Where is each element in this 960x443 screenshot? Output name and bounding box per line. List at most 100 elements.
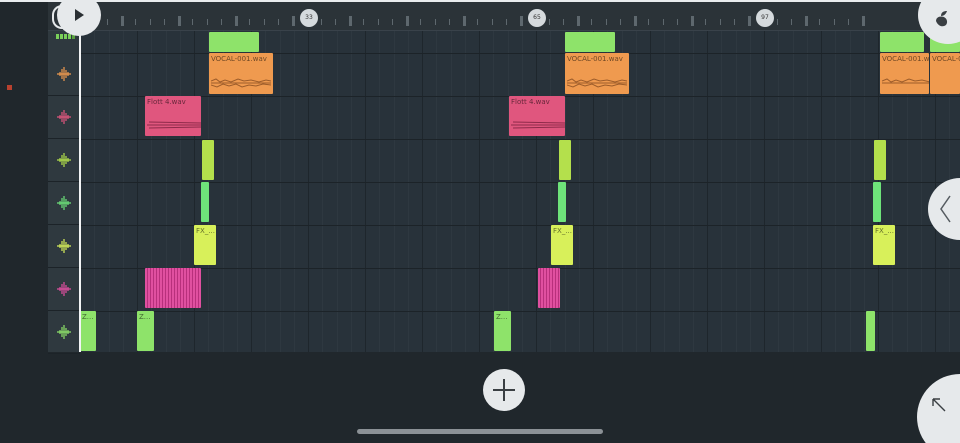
timeline-ruler[interactable]: 33 65 97 (48, 2, 960, 31)
grid-line (108, 31, 110, 352)
clip-label: VOCAL-001.wav (567, 55, 623, 63)
grid-line (422, 31, 423, 352)
z-clip[interactable]: Z... (80, 311, 96, 351)
track-separator (80, 182, 960, 183)
track-header[interactable] (48, 96, 80, 139)
ruler-tick (862, 16, 865, 26)
expand-button[interactable] (917, 374, 960, 443)
automation-clip[interactable] (565, 32, 615, 52)
automation-clip[interactable] (880, 32, 924, 52)
grid-line (778, 31, 780, 352)
waveform (211, 78, 271, 88)
ruler-tick (705, 19, 707, 25)
drum-clip[interactable] (202, 140, 214, 180)
track-header[interactable] (48, 268, 80, 311)
ruler-tick (320, 19, 322, 25)
grid-line (336, 31, 338, 352)
grid-line (721, 31, 723, 352)
grid-line (692, 31, 694, 352)
track-headers (48, 31, 80, 354)
vocal-clip[interactable]: VOCAL-001.wav (565, 53, 629, 94)
ruler-tick (178, 16, 181, 26)
grid-line (464, 31, 466, 352)
ruler-tick (163, 19, 165, 25)
track-header[interactable] (48, 311, 80, 354)
waveform (511, 121, 565, 129)
ruler-tick (591, 19, 593, 25)
flute-clip[interactable]: Flott 4.wav (509, 96, 565, 136)
playlist-screen: 33 65 97 VOCAL-001.wav VOCAL-001.wav VOC… (0, 0, 960, 443)
playlist-grid[interactable]: VOCAL-001.wav VOCAL-001.wav VOCAL-001.wa… (80, 31, 960, 352)
ruler-tick (206, 19, 208, 25)
track-header[interactable] (48, 53, 80, 96)
z-clip[interactable]: Z... (137, 311, 154, 351)
z-clip[interactable]: Z... (494, 311, 511, 351)
fx-clip[interactable]: FX_... (551, 225, 573, 265)
ruler-tick (634, 16, 637, 26)
grid-line (806, 31, 808, 352)
home-indicator[interactable] (357, 429, 603, 434)
drum-clip[interactable] (874, 140, 886, 180)
ruler-tick (263, 19, 265, 25)
ruler-tick (135, 19, 137, 25)
ruler-tick (277, 19, 279, 25)
track-header[interactable] (48, 182, 80, 225)
track-header[interactable] (48, 139, 80, 182)
z-clip[interactable] (866, 311, 875, 351)
waveform-icon (57, 325, 71, 339)
hat-clip[interactable] (873, 182, 881, 222)
vocal-clip[interactable]: VOCAL-001.wav (880, 53, 929, 94)
ruler-tick (676, 19, 678, 25)
level-meter (60, 34, 63, 39)
grid-line (507, 31, 509, 352)
clip-label: FX_... (875, 227, 894, 235)
ruler-tick (106, 19, 108, 25)
ruler-tick (363, 19, 365, 25)
grid-line (308, 31, 309, 352)
waveform-icon (57, 67, 71, 81)
playhead[interactable] (79, 0, 81, 352)
grid-line (293, 31, 295, 352)
waveform-icon (57, 153, 71, 167)
automation-clip[interactable] (209, 32, 259, 52)
pattern-clip[interactable] (538, 268, 560, 308)
arrow-up-left-icon (932, 398, 946, 412)
ruler-tick (605, 19, 607, 25)
ruler-tick (805, 16, 808, 26)
ruler-tick (548, 19, 550, 25)
bar-marker-97[interactable]: 97 (756, 9, 774, 27)
track-header[interactable] (48, 225, 80, 268)
grid-line (707, 31, 708, 352)
vocal-clip[interactable]: VOCAL-001.wav (930, 53, 960, 94)
ruler-tick (377, 19, 379, 25)
ruler-tick (790, 19, 792, 25)
ruler-tick (434, 19, 436, 25)
ruler-tick (334, 19, 336, 25)
ruler-tick (691, 16, 694, 26)
grid-line (635, 31, 637, 352)
bar-marker-65[interactable]: 65 (528, 9, 546, 27)
ruler-tick (477, 19, 479, 25)
pattern-clip[interactable] (145, 268, 201, 308)
grid-line (792, 31, 794, 352)
ruler-tick (719, 19, 721, 25)
ruler-tick (220, 19, 222, 25)
loop-indicator (52, 5, 64, 29)
vocal-clip[interactable]: VOCAL-001.wav (209, 53, 273, 94)
add-button[interactable] (483, 369, 525, 411)
drum-clip[interactable] (559, 140, 571, 180)
fx-clip[interactable]: FX_... (194, 225, 216, 265)
hat-clip[interactable] (201, 182, 209, 222)
grid-line (678, 31, 680, 352)
grid-line (664, 31, 666, 352)
grid-line (650, 31, 651, 352)
level-meter (56, 34, 59, 39)
bar-marker-33[interactable]: 33 (300, 9, 318, 27)
flute-clip[interactable]: Flott 4.wav (145, 96, 201, 136)
grid-line (821, 31, 822, 352)
ruler-tick (733, 19, 735, 25)
fx-clip[interactable]: FX_... (873, 225, 895, 265)
track-separator (80, 311, 960, 312)
hat-clip[interactable] (558, 182, 566, 222)
grid-line (749, 31, 751, 352)
